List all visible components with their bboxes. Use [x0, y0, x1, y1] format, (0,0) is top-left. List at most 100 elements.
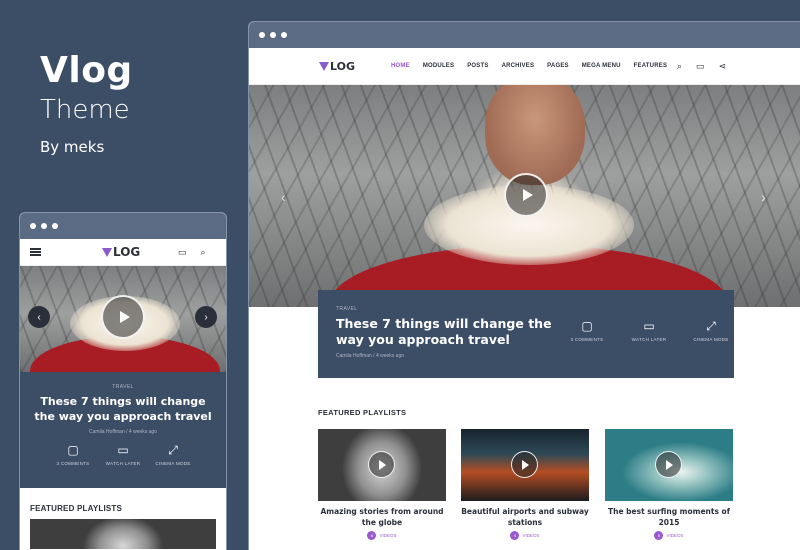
slider-next-icon[interactable]: › — [761, 189, 766, 205]
play-icon — [379, 459, 386, 470]
post-category[interactable]: TRAVEL — [30, 384, 216, 390]
play-button[interactable] — [511, 451, 538, 478]
post-title[interactable]: These 7 things will change the way you a… — [336, 316, 556, 348]
window-dot — [41, 223, 47, 229]
expand-icon: ⤢ — [168, 443, 178, 457]
post-actions: ▢ 3 COMMENTS ▭ WATCH LATER ⤢ CINEMA MODE — [566, 320, 732, 342]
site-logo[interactable]: LOG — [102, 245, 140, 259]
desktop-browser-window: LOG HOME MODULES POSTS ARCHIVES PAGES ME… — [248, 21, 800, 550]
count-badge: 5 — [654, 531, 664, 540]
post-author[interactable]: Camila Hoffman — [336, 353, 372, 359]
nav-item-home[interactable]: HOME — [391, 63, 410, 69]
play-button[interactable] — [504, 173, 548, 217]
slider-next-icon[interactable]: › — [195, 306, 217, 328]
window-dot — [52, 223, 58, 229]
tag-label: VIDEOS — [666, 533, 684, 538]
monitor-icon: ▭ — [117, 443, 129, 457]
play-icon — [522, 189, 533, 201]
cinema-mode-action[interactable]: ⤢ CINEMA MODE — [151, 444, 195, 466]
window-dot — [270, 32, 276, 38]
nav-item-archives[interactable]: ARCHIVES — [502, 63, 535, 69]
post-author[interactable]: Camila Hoffman — [89, 429, 125, 435]
promo-title: Vlog — [40, 50, 133, 91]
logo-v-icon — [319, 61, 329, 71]
play-icon — [666, 459, 673, 470]
playlist-tag[interactable]: 4 VIDEOS — [461, 531, 589, 540]
slider-prev-icon[interactable]: ‹ — [28, 306, 50, 328]
site-logo[interactable]: LOG — [319, 60, 355, 73]
comment-icon: ▢ — [581, 319, 593, 333]
nav-item-modules[interactable]: MODULES — [423, 63, 454, 69]
nav-item-posts[interactable]: POSTS — [467, 63, 488, 69]
featured-post-card: TRAVEL These 7 things will change the wa… — [20, 372, 226, 488]
action-label: 3 COMMENTS — [570, 337, 604, 342]
header-icons: ▭ ⌕ — [178, 247, 206, 257]
comments-action[interactable]: ▢ 3 COMMENTS — [566, 320, 608, 342]
watch-later-action[interactable]: ▭ WATCH LATER — [101, 444, 145, 466]
window-title-bar — [20, 213, 226, 239]
monitor-icon[interactable]: ▭ — [696, 61, 705, 71]
post-time: 4 weeks ago — [375, 353, 405, 359]
action-label: WATCH LATER — [105, 461, 141, 466]
playlist-card[interactable]: Beautiful airports and subway stations 4… — [461, 429, 589, 540]
post-actions: ▢ 3 COMMENTS ▭ WATCH LATER ⤢ CINEMA MODE — [30, 444, 216, 466]
playlist-title[interactable]: Beautiful airports and subway stations — [461, 506, 589, 528]
play-button[interactable] — [101, 295, 145, 339]
playlist-title[interactable]: The best surfing moments of 2015 — [605, 506, 733, 528]
search-icon[interactable]: ⌕ — [201, 247, 206, 257]
monitor-icon: ▭ — [643, 319, 655, 333]
site-header: LOG HOME MODULES POSTS ARCHIVES PAGES ME… — [249, 48, 800, 85]
header-icons: ⌕ ▭ ⋖ — [677, 61, 727, 71]
hero-head — [485, 85, 585, 185]
count-badge: 6 — [367, 531, 377, 540]
play-button[interactable] — [655, 451, 682, 478]
nav-item-features[interactable]: FEATURES — [634, 63, 668, 69]
watch-later-action[interactable]: ▭ WATCH LATER — [628, 320, 670, 342]
tag-label: VIDEOS — [379, 533, 397, 538]
slider-prev-icon[interactable]: ‹ — [281, 189, 286, 205]
playlist-card[interactable]: Amazing stories from around the globe 6 … — [318, 429, 446, 540]
promo-subtitle: Theme — [40, 95, 130, 125]
search-icon[interactable]: ⌕ — [677, 61, 682, 71]
cinema-mode-action[interactable]: ⤢ CINEMA MODE — [690, 320, 732, 342]
hero-video[interactable]: ‹ › — [249, 85, 800, 307]
play-icon — [119, 311, 130, 323]
expand-icon: ⤢ — [706, 319, 716, 333]
play-button[interactable] — [368, 451, 395, 478]
playlist-tag[interactable]: 5 VIDEOS — [605, 531, 733, 540]
post-title[interactable]: These 7 things will change the way you a… — [30, 394, 216, 424]
monitor-icon[interactable]: ▭ — [178, 247, 187, 257]
playlist-tag[interactable]: 6 VIDEOS — [318, 531, 446, 540]
main-nav: HOME MODULES POSTS ARCHIVES PAGES MEGA M… — [391, 63, 667, 69]
mobile-browser-window: LOG ▭ ⌕ ‹ › TRAVEL These 7 things will c… — [19, 212, 227, 550]
playlist-card[interactable]: The best surfing moments of 2015 5 VIDEO… — [605, 429, 733, 540]
post-time: 4 weeks ago — [128, 429, 157, 435]
window-title-bar — [249, 22, 800, 48]
nav-item-mega-menu[interactable]: MEGA MENU — [582, 63, 621, 69]
share-icon[interactable]: ⋖ — [719, 61, 727, 71]
promo-author: By meks — [40, 138, 105, 156]
featured-post-card: TRAVEL These 7 things will change the wa… — [318, 290, 734, 378]
playlist-title[interactable]: Amazing stories from around the globe — [318, 506, 446, 528]
playlist-thumbnail[interactable] — [461, 429, 589, 501]
comment-icon: ▢ — [67, 443, 79, 457]
tag-label: VIDEOS — [522, 533, 540, 538]
action-label: CINEMA MODE — [693, 337, 729, 342]
playlist-thumbnail[interactable] — [605, 429, 733, 501]
play-icon — [522, 459, 529, 470]
action-label: WATCH LATER — [631, 337, 667, 342]
playlist-thumbnail[interactable] — [318, 429, 446, 501]
action-label: CINEMA MODE — [155, 461, 191, 466]
hamburger-menu-icon[interactable] — [30, 248, 41, 256]
playlist-thumbnail[interactable] — [30, 519, 216, 549]
window-dot — [259, 32, 265, 38]
window-dot — [281, 32, 287, 38]
post-category[interactable]: TRAVEL — [336, 306, 716, 312]
mobile-header: LOG ▭ ⌕ — [20, 239, 226, 266]
nav-item-pages[interactable]: PAGES — [547, 63, 569, 69]
playlists-heading: FEATURED PLAYLISTS — [318, 408, 407, 417]
hero-video[interactable]: ‹ › — [20, 266, 226, 372]
post-meta: Camila Hoffman / 4 weeks ago — [88, 429, 157, 435]
action-label: 3 COMMENTS — [56, 461, 90, 466]
comments-action[interactable]: ▢ 3 COMMENTS — [51, 444, 95, 466]
